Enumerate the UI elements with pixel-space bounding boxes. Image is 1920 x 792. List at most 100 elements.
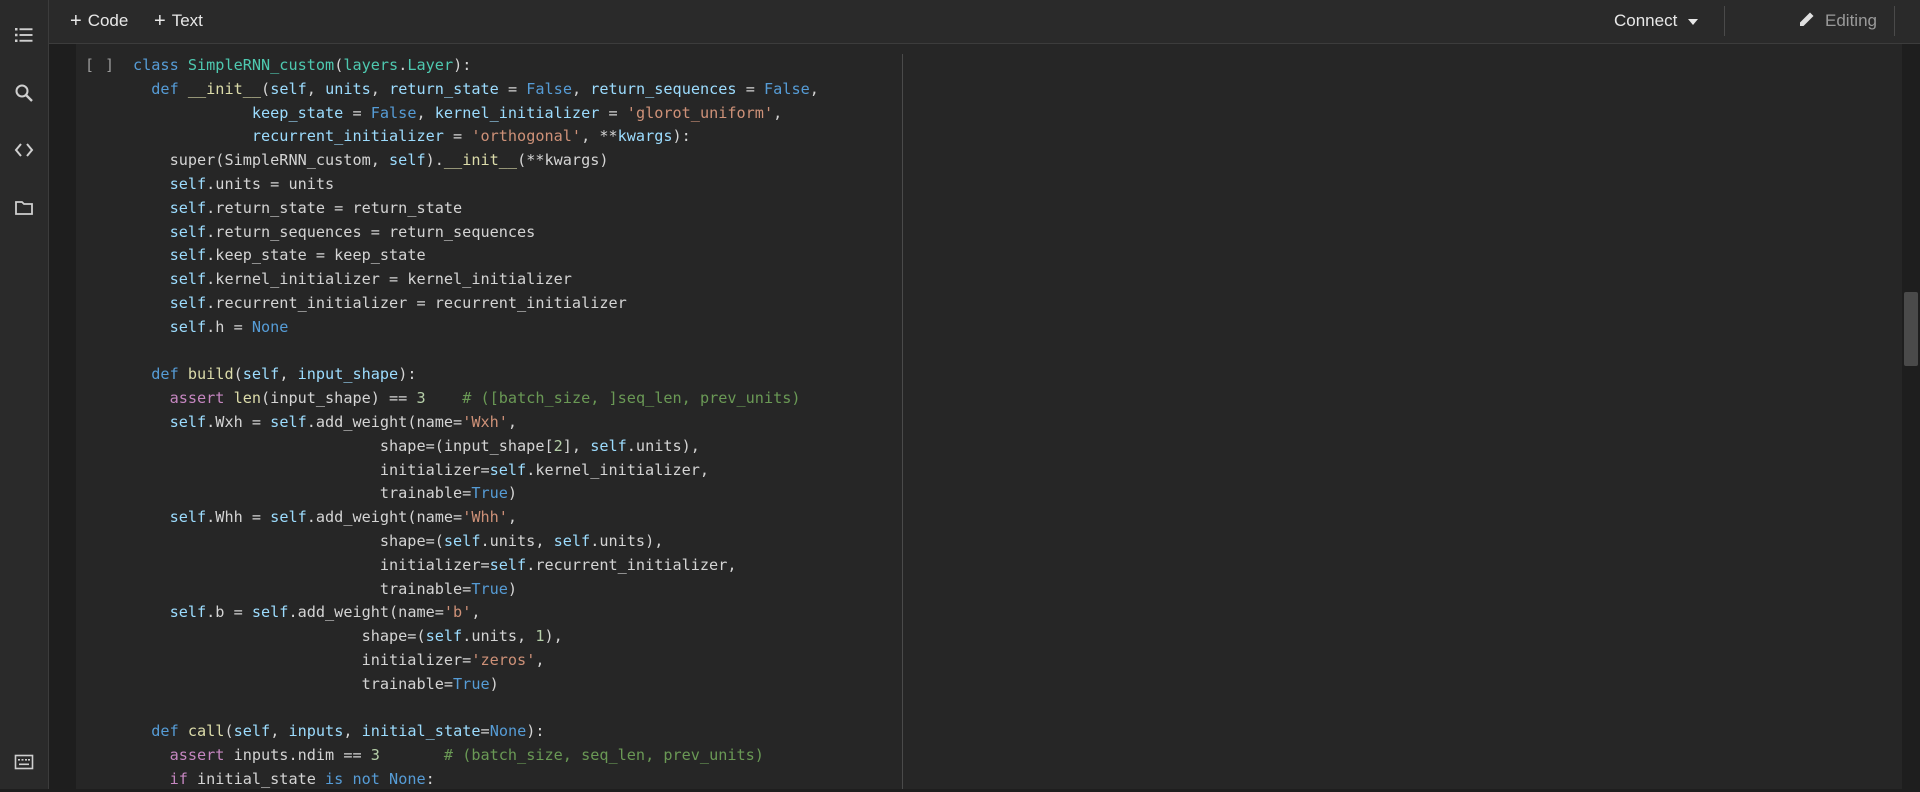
code-token: None <box>389 769 426 788</box>
dropdown-arrow-icon[interactable] <box>1687 11 1699 31</box>
code-token: ), <box>544 627 563 646</box>
add-text-label: Text <box>171 11 203 30</box>
code-token: self <box>133 270 207 289</box>
code-token: ): <box>453 56 472 74</box>
code-token: ) <box>489 674 499 693</box>
code-line: self.keep_state = keep_state <box>133 244 898 268</box>
code-token: False <box>764 79 810 98</box>
code-token: trainable= <box>133 579 472 598</box>
code-token: shape=( <box>133 531 444 550</box>
code-line: class SimpleRNN_custom(layers.Layer): <box>133 54 898 78</box>
code-token: is not <box>325 769 390 788</box>
code-token: # ([batch_size, ]seq_len, prev_units) <box>425 389 801 408</box>
code-token: self <box>133 222 207 241</box>
code-token: , <box>571 79 591 98</box>
editing-mode-button[interactable]: Editing <box>1797 9 1877 33</box>
code-token: ): <box>398 365 417 384</box>
code-token: ): <box>526 722 545 741</box>
scrollbar[interactable] <box>1902 44 1920 789</box>
code-token: ( <box>334 56 344 74</box>
code-token: __init__ <box>443 151 518 170</box>
code-token: False <box>370 103 417 122</box>
editing-label: Editing <box>1825 11 1877 30</box>
code-token: return_sequences <box>590 79 737 98</box>
code-token: , <box>507 412 518 431</box>
code-token: .b = <box>206 603 252 622</box>
code-token: ( <box>233 365 243 384</box>
code-token: return_state <box>389 79 499 98</box>
code-token: ): <box>672 127 691 146</box>
code-token: ) <box>507 579 518 598</box>
add-code-label: Code <box>87 11 129 30</box>
code-token: : <box>425 769 435 788</box>
code-token: = <box>343 103 371 122</box>
code-token: , ** <box>581 127 618 146</box>
code-token: inputs <box>288 722 344 741</box>
connect-label: Connect <box>1614 11 1678 30</box>
table-of-contents-icon[interactable] <box>12 23 36 47</box>
line-length-ruler <box>902 54 903 789</box>
code-token: self <box>133 412 207 431</box>
code-token: .units, <box>462 627 536 646</box>
cell-run-indicator[interactable]: [ ] <box>85 56 115 74</box>
connect-button[interactable]: Connect <box>1614 9 1699 33</box>
code-token: , <box>535 650 545 669</box>
code-token: , <box>343 722 362 741</box>
code-token: super <box>133 151 216 170</box>
code-token: self <box>233 722 271 741</box>
code-line: recurrent_initializer = 'orthogonal', **… <box>133 125 898 149</box>
code-token: class <box>133 56 188 74</box>
toolbar-divider <box>1724 6 1725 36</box>
search-icon[interactable] <box>12 81 36 105</box>
code-token: initial_state <box>197 769 326 788</box>
code-token: build <box>187 365 234 384</box>
code-line: self.recurrent_initializer = recurrent_i… <box>133 292 898 316</box>
terminal-icon[interactable] <box>12 750 36 774</box>
code-token: self <box>590 436 627 455</box>
code-token: True <box>471 579 508 598</box>
code-token: 1 <box>535 627 545 646</box>
code-token: def <box>133 365 188 384</box>
left-sidebar <box>0 0 49 789</box>
code-line: initializer='zeros', <box>133 649 898 673</box>
code-token: shape=(input_shape[ <box>133 436 554 455</box>
code-token: True <box>453 674 490 693</box>
code-token: self <box>443 531 481 550</box>
code-token: 'Wxh' <box>462 412 508 431</box>
code-token: trainable= <box>133 484 472 503</box>
code-token: def <box>133 722 188 741</box>
code-token: .units), <box>626 436 700 455</box>
code-token: inputs.ndim == <box>233 746 371 765</box>
code-line: assert inputs.ndim == 3 # (batch_size, s… <box>133 744 898 768</box>
code-token: self <box>270 412 307 431</box>
add-code-button[interactable]: + Code <box>70 9 128 33</box>
code-token: recurrent_initializer <box>133 127 444 146</box>
code-snippets-icon[interactable] <box>12 138 36 162</box>
code-token: 'Whh' <box>462 508 508 527</box>
add-text-button[interactable]: + Text <box>154 9 203 33</box>
code-token: ( <box>224 722 234 741</box>
code-token: .Whh = <box>206 508 271 527</box>
code-line: keep_state = False, kernel_initializer =… <box>133 102 898 126</box>
code-token: input_shape <box>297 365 399 384</box>
code-token: = <box>498 79 527 98</box>
code-token: self <box>242 365 280 384</box>
code-line: if initial_state is not None: <box>133 768 898 792</box>
code-token: , <box>306 79 326 98</box>
toolbar-divider <box>1894 6 1895 36</box>
code-token: . <box>398 56 408 74</box>
code-editor[interactable]: class SimpleRNN_custom(layers.Layer): de… <box>133 54 898 792</box>
code-token: .recurrent_initializer = recurrent_initi… <box>206 293 627 312</box>
plus-icon: + <box>154 10 166 32</box>
code-token: (input_shape) == <box>261 389 417 408</box>
scrollbar-thumb[interactable] <box>1904 292 1918 366</box>
code-token: None <box>251 317 289 336</box>
files-icon[interactable] <box>12 196 36 220</box>
code-token: self <box>133 317 207 336</box>
code-token: units <box>325 79 371 98</box>
code-line: self.h = None <box>133 316 898 340</box>
code-token: self <box>553 531 591 550</box>
code-token: self <box>133 198 207 217</box>
code-token: self <box>425 627 463 646</box>
